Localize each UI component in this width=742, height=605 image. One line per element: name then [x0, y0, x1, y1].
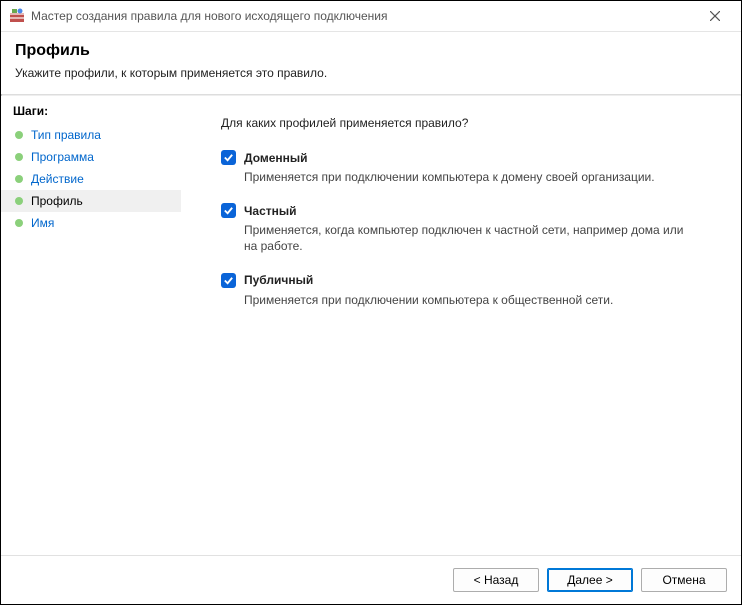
bullet-icon [15, 219, 23, 227]
step-rule-type[interactable]: Тип правила [1, 124, 181, 146]
checkbox-domain[interactable] [221, 150, 236, 165]
steps-title: Шаги: [1, 100, 181, 124]
option-public: Публичный Применяется при подключении ко… [221, 273, 721, 308]
option-domain: Доменный Применяется при подключении ком… [221, 150, 721, 185]
option-private: Частный Применяется, когда компьютер под… [221, 203, 721, 254]
checkbox-public[interactable] [221, 273, 236, 288]
step-name[interactable]: Имя [1, 212, 181, 234]
next-button[interactable]: Далее > [547, 568, 633, 592]
option-desc: Применяется, когда компьютер подключен к… [244, 222, 684, 254]
bullet-icon [15, 131, 23, 139]
checkbox-private[interactable] [221, 203, 236, 218]
option-label: Доменный [244, 151, 308, 165]
option-desc: Применяется при подключении компьютера к… [244, 169, 684, 185]
wizard-content: Для каких профилей применяется правило? … [181, 96, 741, 555]
steps-sidebar: Шаги: Тип правила Программа Действие Про… [1, 96, 181, 555]
step-label: Действие [31, 172, 84, 186]
title-bar: Мастер создания правила для нового исход… [1, 1, 741, 32]
step-label: Программа [31, 150, 94, 164]
firewall-icon [9, 8, 25, 24]
page-title: Профиль [15, 42, 727, 60]
option-label: Публичный [244, 273, 313, 287]
check-icon [223, 152, 234, 163]
back-button[interactable]: < Назад [453, 568, 539, 592]
close-button[interactable] [697, 2, 733, 30]
cancel-button[interactable]: Отмена [641, 568, 727, 592]
bullet-icon [15, 153, 23, 161]
check-icon [223, 275, 234, 286]
profile-question: Для каких профилей применяется правило? [221, 116, 721, 130]
window-title: Мастер создания правила для нового исход… [31, 9, 697, 23]
step-profile[interactable]: Профиль [1, 190, 181, 212]
page-subtitle: Укажите профили, к которым применяется э… [15, 66, 727, 80]
step-label: Профиль [31, 194, 83, 208]
step-label: Имя [31, 216, 54, 230]
close-icon [710, 11, 720, 21]
option-desc: Применяется при подключении компьютера к… [244, 292, 684, 308]
check-icon [223, 205, 234, 216]
step-label: Тип правила [31, 128, 101, 142]
wizard-footer: < Назад Далее > Отмена [1, 555, 741, 604]
bullet-icon [15, 175, 23, 183]
wizard-header: Профиль Укажите профили, к которым приме… [1, 32, 741, 94]
wizard-body: Шаги: Тип правила Программа Действие Про… [1, 96, 741, 555]
step-program[interactable]: Программа [1, 146, 181, 168]
bullet-icon [15, 197, 23, 205]
step-action[interactable]: Действие [1, 168, 181, 190]
option-label: Частный [244, 204, 297, 218]
wizard-window: Мастер создания правила для нового исход… [0, 0, 742, 605]
